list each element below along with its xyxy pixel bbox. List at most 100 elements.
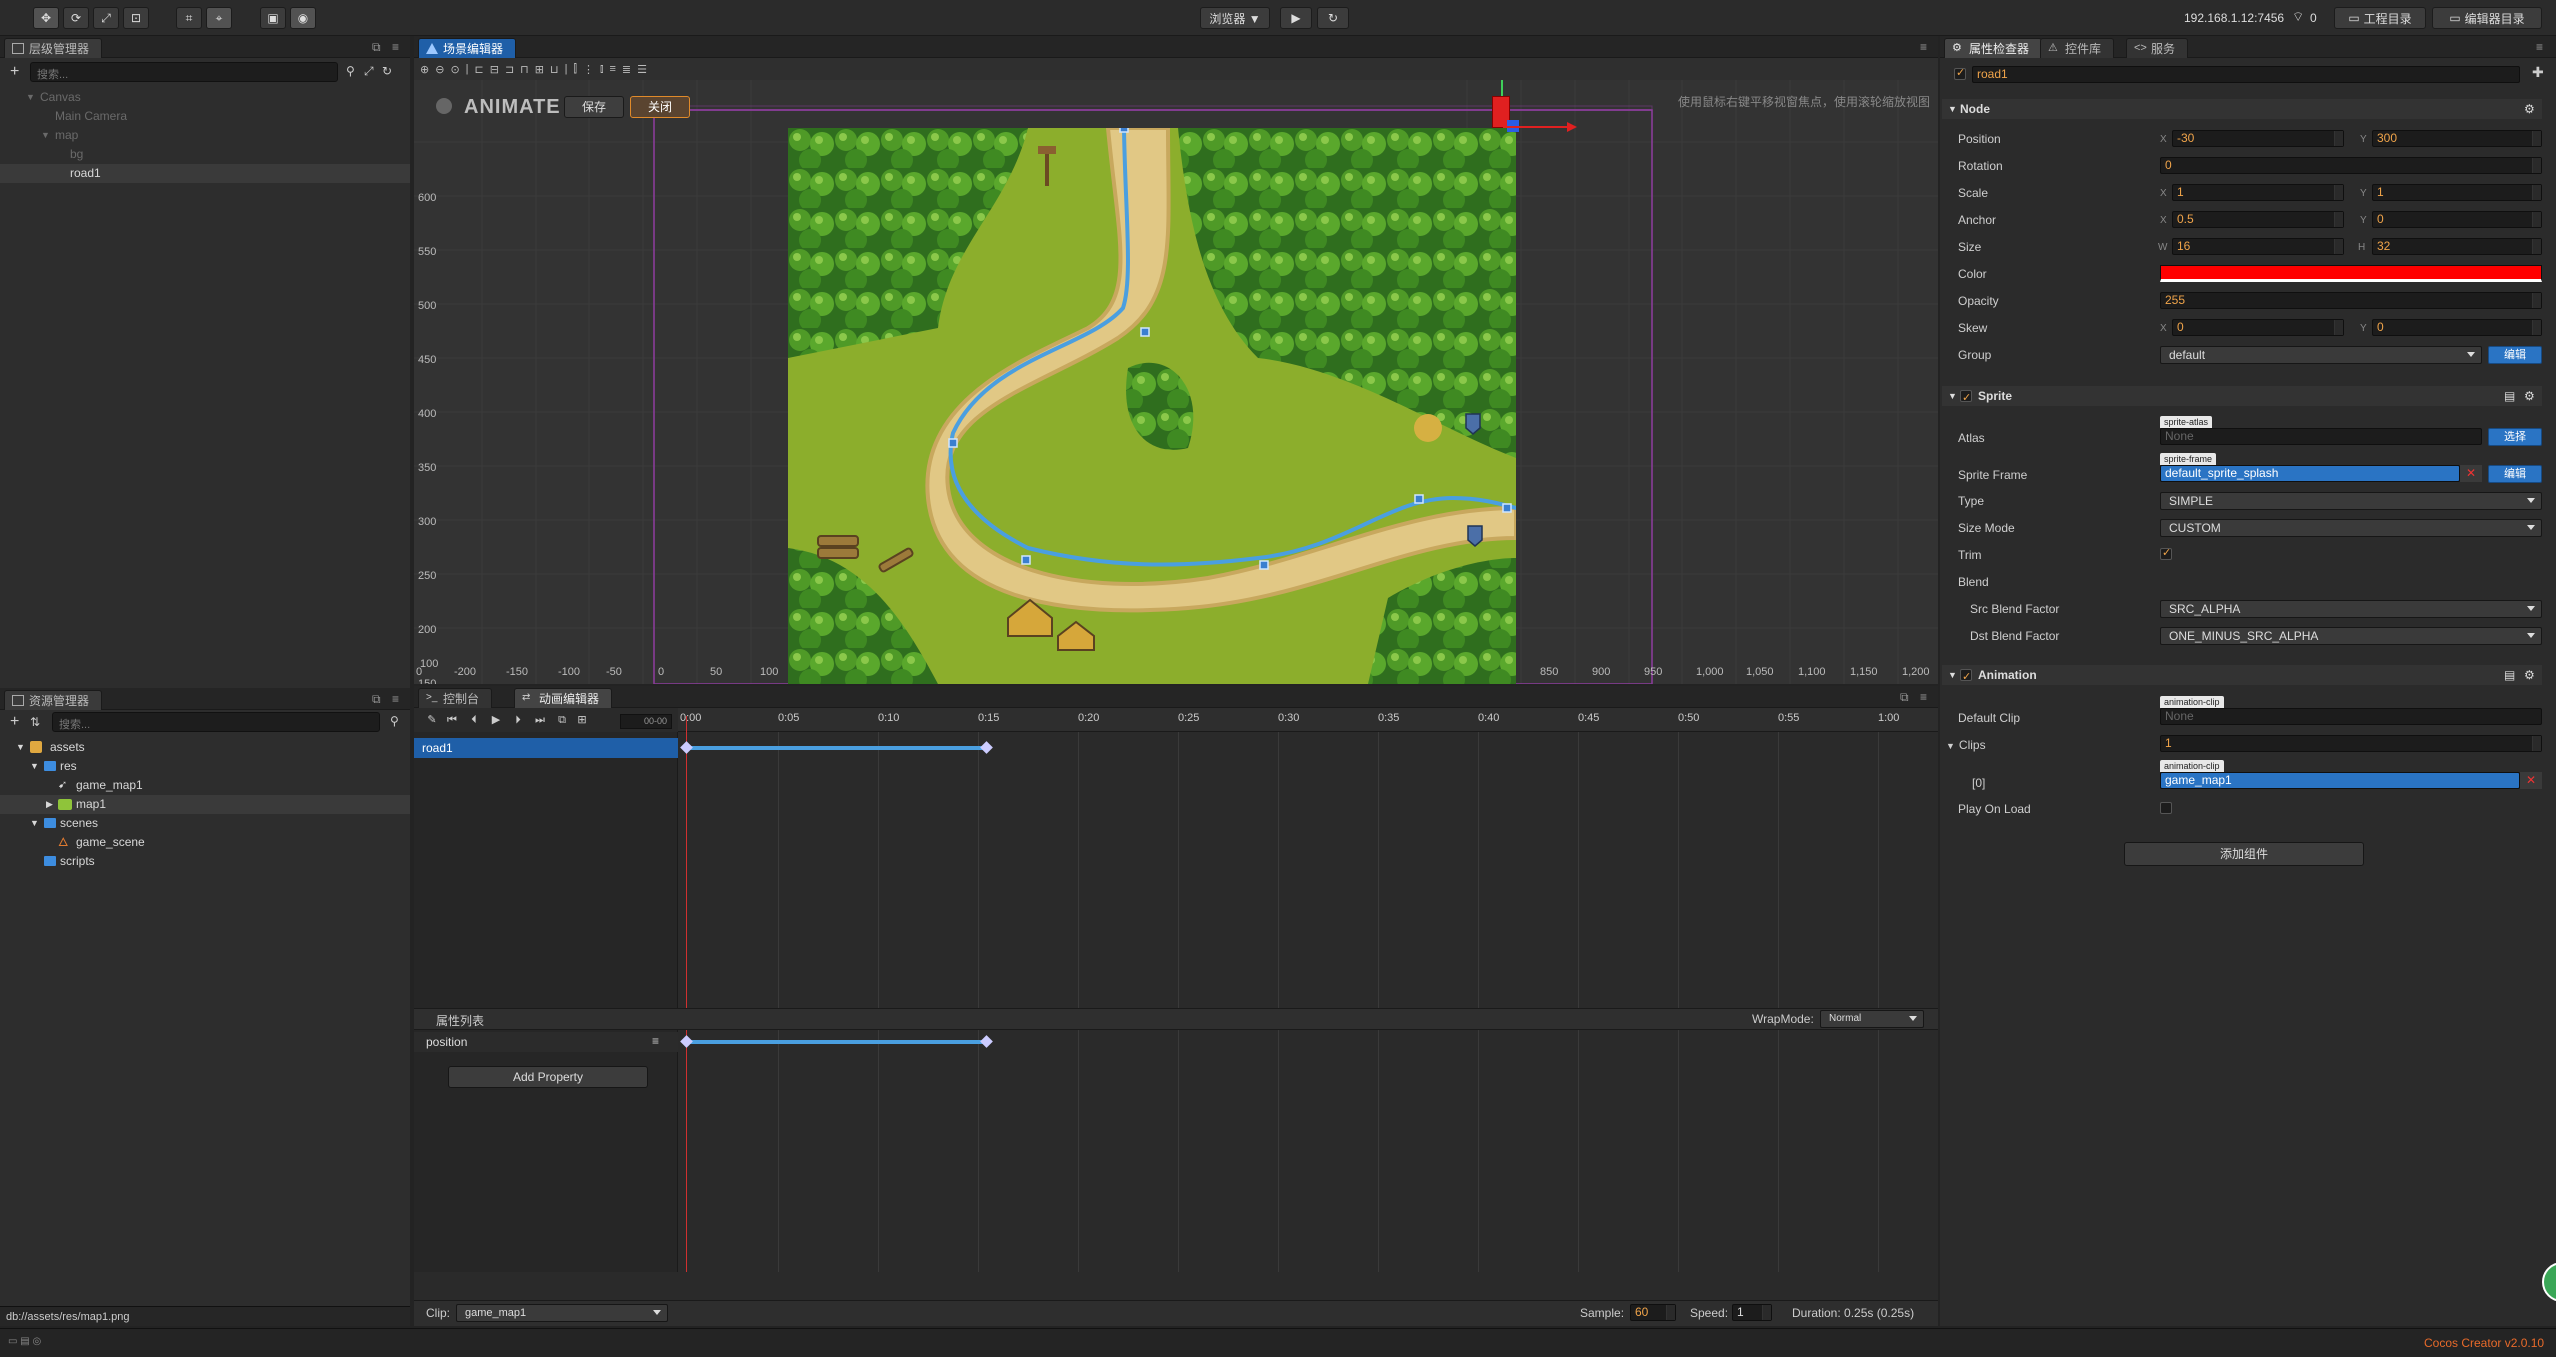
tab-assets[interactable]: 资源管理器 [4, 690, 103, 710]
zoom-reset-icon[interactable]: ⊙ [450, 63, 459, 76]
expand-icon[interactable]: ⤢ [364, 64, 374, 79]
speed-input[interactable]: 1 [1732, 1304, 1772, 1321]
position-y-input[interactable]: 300 [2372, 130, 2542, 147]
animation-enabled-checkbox[interactable] [1960, 667, 1972, 687]
sort-icon[interactable]: ⇅ [30, 715, 40, 729]
tab-scene[interactable]: 场景编辑器 [418, 38, 517, 58]
last-frame-icon[interactable]: ⏭ [532, 712, 548, 728]
pin-icon[interactable]: ✚ [2532, 64, 2544, 81]
sprite-frame-field[interactable]: default_sprite_splash [2160, 465, 2460, 482]
tree-item-game-scene[interactable]: 🜂 game_scene [0, 833, 410, 852]
assets-search-input[interactable]: 搜索... [52, 712, 380, 732]
menu-icon[interactable]: ≡ [392, 692, 399, 706]
size-w-input[interactable]: 16 [2172, 238, 2344, 255]
add-asset-icon[interactable]: + [10, 713, 19, 731]
add-event-icon[interactable]: ⧉ [554, 712, 570, 728]
local-pivot-icon[interactable]: ⌗ [176, 7, 202, 29]
menu-icon[interactable]: ≡ [1920, 690, 1927, 704]
sprite-frame-edit-button[interactable]: 编辑 [2488, 465, 2542, 483]
scale-y-input[interactable]: 1 [2372, 184, 2542, 201]
distribute-right-icon[interactable]: ⫾ [600, 63, 604, 76]
animation-section-header[interactable]: ▼ Animation ▤ ⚙ [1942, 665, 2542, 687]
position-x-input[interactable]: -30 [2172, 130, 2344, 147]
size-h-input[interactable]: 32 [2372, 238, 2542, 255]
tree-item-res[interactable]: ▼ res [0, 757, 410, 776]
play-on-load-checkbox[interactable] [2160, 802, 2172, 814]
refresh-icon[interactable]: ↻ [1317, 7, 1349, 29]
tree-item-scripts[interactable]: scripts [0, 852, 410, 871]
distribute-hcenter-icon[interactable]: ⋮ [583, 63, 594, 76]
prev-frame-icon[interactable]: ⏴ [466, 712, 482, 728]
play-icon[interactable]: ▶ [1280, 7, 1312, 29]
anchor-y-input[interactable]: 0 [2372, 211, 2542, 228]
rect-tool-icon[interactable]: ⊡ [123, 7, 149, 29]
gizmo-x-axis[interactable] [1503, 126, 1573, 128]
tree-item-scenes[interactable]: ▼ scenes [0, 814, 410, 833]
clip0-field[interactable]: game_map1 [2160, 772, 2520, 789]
skew-y-input[interactable]: 0 [2372, 319, 2542, 336]
distribute-top-icon[interactable]: ≡ [610, 63, 616, 75]
gear-icon[interactable]: ⚙ [2524, 386, 2535, 406]
help-book-icon[interactable]: ▤ [2504, 665, 2515, 685]
node-active-checkbox[interactable] [1954, 66, 1966, 80]
src-blend-select[interactable]: SRC_ALPHA [2160, 600, 2542, 618]
map-image[interactable] [788, 128, 1516, 684]
menu-icon[interactable]: ≡ [1920, 40, 1927, 54]
align-vcenter-icon[interactable]: ⊞ [535, 63, 544, 76]
popout-icon[interactable]: ⧉ [1900, 690, 1909, 705]
distribute-bottom-icon[interactable]: ☰ [637, 63, 647, 76]
add-property-button[interactable]: Add Property [448, 1066, 648, 1088]
tree-item-assets[interactable]: ▼ assets [0, 738, 410, 757]
global-pivot-icon[interactable]: ⌖ [206, 7, 232, 29]
edit-icon[interactable]: ✎ [424, 712, 440, 728]
align-top-icon[interactable]: ⊓ [520, 63, 529, 76]
sample-input[interactable]: 60 [1630, 1304, 1676, 1321]
anchor-x-input[interactable]: 0.5 [2172, 211, 2344, 228]
tree-item-canvas[interactable]: ▼ Canvas [0, 88, 410, 107]
node-name-field[interactable]: road1 [1972, 66, 2520, 83]
refresh-icon[interactable]: ↻ [382, 64, 392, 78]
default-clip-field[interactable]: None [2160, 708, 2542, 725]
align-right-icon[interactable]: ⊐ [505, 63, 514, 76]
search-icon[interactable]: ⚲ [390, 714, 399, 728]
color-swatch[interactable] [2160, 265, 2542, 282]
wrapmode-select[interactable]: Normal [1820, 1010, 1924, 1028]
tree-item-map1[interactable]: ▶ map1 [0, 795, 410, 814]
group-edit-button[interactable]: 编辑 [2488, 346, 2542, 364]
save-animation-button[interactable]: 保存 [564, 96, 624, 118]
gear-icon[interactable]: ⚙ [2524, 99, 2535, 119]
gear-icon[interactable]: ⚙ [2524, 665, 2535, 685]
add-clip-icon[interactable]: ⊞ [574, 712, 590, 728]
search-icon[interactable]: ⚲ [346, 64, 355, 78]
scale-tool-icon[interactable]: ⤢ [93, 7, 119, 29]
node-section-header[interactable]: ▼ Node ⚙ [1942, 99, 2542, 119]
timeline-ruler[interactable] [678, 708, 1938, 732]
align-bottom-icon[interactable]: ⊔ [550, 63, 559, 76]
tab-widget-library[interactable]: ⚠ 控件库 [2040, 38, 2115, 58]
clear-icon[interactable]: ✕ [2520, 772, 2542, 789]
sprite-enabled-checkbox[interactable] [1960, 388, 1972, 408]
property-row-position[interactable]: position [414, 1032, 678, 1052]
rotation-input[interactable]: 0 [2160, 157, 2542, 174]
tab-hierarchy[interactable]: 层级管理器 [4, 38, 103, 58]
dst-blend-select[interactable]: ONE_MINUS_SRC_ALPHA [2160, 627, 2542, 645]
clip-select[interactable]: game_map1 [456, 1304, 668, 1322]
sprite-section-header[interactable]: ▼ Sprite ▤ ⚙ [1942, 386, 2542, 408]
hierarchy-search-input[interactable]: 搜索... [30, 62, 338, 82]
trim-checkbox[interactable] [2160, 546, 2172, 560]
clips-count-input[interactable]: 1 [2160, 735, 2542, 752]
popout-icon[interactable]: ⧉ [372, 692, 381, 707]
play-icon[interactable]: ▶ [488, 712, 504, 728]
menu-icon[interactable]: ≡ [2536, 40, 2543, 54]
preview-platform-select[interactable]: 浏览器 ▼ [1200, 7, 1270, 29]
scale-x-input[interactable]: 1 [2172, 184, 2344, 201]
tab-console[interactable]: >_ 控制台 [418, 688, 493, 708]
add-node-icon[interactable]: + [10, 63, 19, 81]
tab-animation[interactable]: ⇄ 动画编辑器 [514, 688, 613, 708]
popout-icon[interactable]: ⧉ [372, 40, 381, 55]
align-hcenter-icon[interactable]: ⊟ [490, 63, 499, 76]
add-component-button[interactable]: 添加组件 [2124, 842, 2364, 866]
first-frame-icon[interactable]: ⏮ [444, 712, 460, 728]
animated-node-row[interactable]: road1 [414, 738, 678, 758]
close-animation-button[interactable]: 关闭 [630, 96, 690, 118]
